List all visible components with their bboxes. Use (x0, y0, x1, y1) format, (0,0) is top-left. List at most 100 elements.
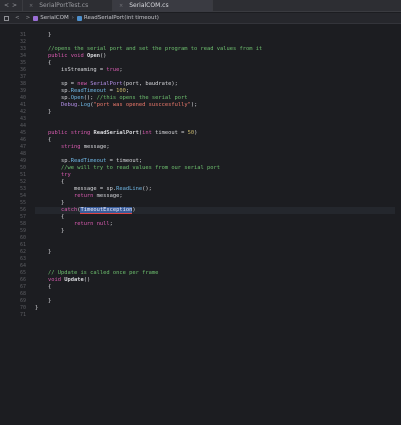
code-line[interactable]: string message; (35, 144, 395, 151)
tab-serialporttest[interactable]: × SerialPortTest.cs (22, 0, 112, 12)
code-line[interactable]: } (35, 305, 395, 312)
line-number: 70 (19, 305, 26, 311)
close-icon[interactable]: × (29, 3, 33, 9)
breadcrumb-separator-icon: › (71, 15, 74, 21)
code-line[interactable]: { (35, 60, 395, 67)
line-number: 38 (19, 81, 26, 87)
code-line[interactable]: sp.Open(); //this opens the serial port (35, 95, 395, 102)
code-line[interactable]: Debug.Log("port was opened susccesfully"… (35, 102, 395, 109)
code-area[interactable]: } //opens the serial port and set the pr… (35, 32, 395, 319)
code-token: public (47, 53, 68, 59)
code-token: ReadLine (116, 186, 143, 192)
code-line[interactable]: return message; (35, 193, 395, 200)
chevron-left-icon[interactable]: < (4, 0, 9, 12)
code-line[interactable] (35, 123, 395, 130)
close-icon[interactable]: × (119, 3, 123, 9)
code-line[interactable] (35, 291, 395, 298)
line-number: 69 (19, 298, 26, 304)
code-token: ReadSerialPort (93, 130, 139, 136)
code-line[interactable]: isStreaming = true; (35, 67, 395, 74)
code-token: ReadTimeout (70, 158, 107, 164)
code-line[interactable]: { (35, 214, 395, 221)
code-line[interactable]: //opens the serial port and set the prog… (35, 46, 395, 53)
tab-bar: < > × SerialPortTest.cs × SerialCOM.cs (0, 0, 401, 12)
line-numbers: 31 32 33 34 35 36 37 38 39 40 41 42 43 44 45 46 47 48 49 50… (0, 32, 26, 319)
code-token: ); (190, 102, 198, 108)
code-line[interactable] (35, 312, 395, 319)
code-line[interactable]: } (35, 109, 395, 116)
code-token: ; (109, 221, 113, 227)
code-line[interactable]: //we will try to read values from our se… (35, 165, 395, 172)
code-line[interactable]: sp.ReadTimeout = timeout; (35, 158, 395, 165)
line-number: 35 (19, 60, 26, 66)
code-line[interactable]: } (35, 249, 395, 256)
code-line[interactable]: public string ReadSerialPort(int timeout… (35, 130, 395, 137)
breadcrumb-file[interactable]: SerialCOM (40, 15, 68, 21)
code-line[interactable]: } (35, 228, 395, 235)
line-number: 62 (19, 249, 26, 255)
method-icon (76, 15, 82, 21)
code-line[interactable]: try (35, 172, 395, 179)
code-line[interactable]: } (35, 200, 395, 207)
code-token: null (96, 221, 110, 227)
code-line[interactable]: } (35, 298, 395, 305)
code-token: return (73, 193, 94, 199)
code-token: int (142, 130, 152, 136)
code-token: isStreaming = (35, 67, 107, 73)
tab-serialcom[interactable]: × SerialCOM.cs (112, 0, 212, 12)
code-line[interactable]: { (35, 179, 395, 186)
code-line[interactable] (35, 151, 395, 158)
code-line[interactable]: } (35, 32, 395, 39)
breadcrumb-method[interactable]: ReadSerialPort(int timeout) (84, 15, 159, 21)
code-line[interactable]: sp = new SerialPort(port, baudrate); (35, 81, 395, 88)
code-token: sp = (35, 81, 78, 87)
code-line[interactable]: // Update is called once per frame (35, 270, 395, 277)
code-line[interactable] (35, 242, 395, 249)
grid-icon[interactable] (4, 15, 9, 21)
code-line[interactable]: catch(TimeoutException) (35, 207, 395, 214)
line-number: 48 (19, 151, 26, 157)
code-token: } (35, 200, 65, 206)
line-number: 50 (19, 165, 26, 171)
code-token: } (35, 298, 52, 304)
code-line[interactable]: return null; (35, 221, 395, 228)
code-line[interactable] (35, 263, 395, 270)
code-line[interactable] (35, 74, 395, 81)
chevron-left-icon[interactable]: < (15, 15, 20, 21)
code-line[interactable] (35, 116, 395, 123)
code-line[interactable] (35, 235, 395, 242)
code-line[interactable]: { (35, 284, 395, 291)
code-token: { (35, 214, 65, 220)
code-line[interactable]: { (35, 137, 395, 144)
line-number: 34 (19, 53, 26, 59)
code-token: catch (60, 207, 78, 213)
code-line[interactable]: message = sp.ReadLine(); (35, 186, 395, 193)
line-number: 46 (19, 137, 26, 143)
code-token: (); (142, 186, 152, 192)
code-token: { (35, 179, 65, 185)
code-line[interactable]: public void Open() (35, 53, 395, 60)
chevron-right-icon[interactable]: > (26, 15, 31, 21)
code-line[interactable] (35, 39, 395, 46)
jump-bar: < > SerialCOM › ReadSerialPort(int timeo… (0, 13, 401, 24)
code-line[interactable]: void Update() (35, 277, 395, 284)
code-token: sp. (35, 95, 71, 101)
code-token: } (35, 32, 52, 38)
code-token: { (35, 60, 52, 66)
code-token: = timeout; (106, 158, 143, 164)
code-token: true (106, 67, 120, 73)
line-number: 36 (19, 67, 26, 73)
code-line[interactable]: sp.ReadTimeout = 100; (35, 88, 395, 95)
code-editor[interactable]: 31 32 33 34 35 36 37 38 39 40 41 42 43 44 45 46 47 48 49 50… (0, 25, 401, 425)
code-line[interactable] (35, 256, 395, 263)
code-token: { (35, 137, 52, 143)
chevron-right-icon[interactable]: > (12, 0, 17, 12)
